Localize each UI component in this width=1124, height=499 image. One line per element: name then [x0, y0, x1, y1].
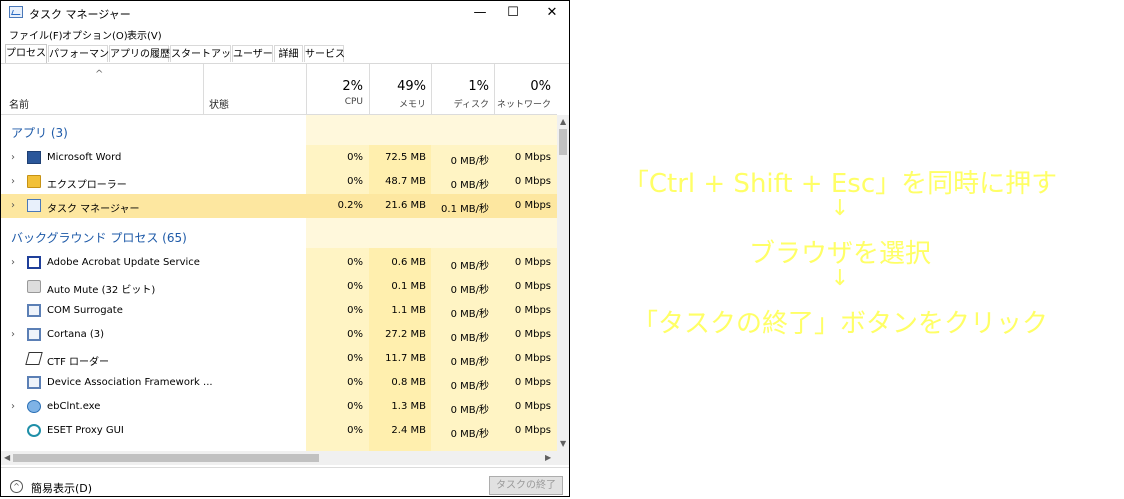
service-window-icon [27, 376, 41, 389]
instruction-line-2: ブラウザを選択 [748, 239, 931, 269]
column-cpu[interactable]: CPU [311, 97, 363, 107]
title-bar[interactable]: タスク マネージャー — ☐ ✕ [1, 1, 569, 25]
menu-view[interactable]: 表示(V) [127, 27, 162, 42]
tab-services[interactable]: サービス [304, 45, 345, 62]
fewer-details-link[interactable]: 簡易表示(D) [31, 480, 92, 496]
tab-performance[interactable]: パフォーマンス [48, 45, 119, 62]
service-window-icon [27, 256, 41, 269]
speaker-muted-icon [27, 280, 41, 293]
globe-icon [27, 400, 41, 413]
column-network[interactable]: ネットワーク [497, 97, 551, 110]
disk-percent[interactable]: 1% [435, 79, 489, 94]
table-row[interactable]: › エクスプローラー 0% 48.7 MB 0 MB/秒 0 Mbps [1, 170, 557, 194]
menu-file[interactable]: ファイル(F) [9, 27, 63, 42]
window-title: タスク マネージャー [29, 8, 131, 21]
table-row[interactable]: Device Association Framework ... 0% 0.8 … [1, 371, 557, 395]
table-row[interactable]: › Microsoft Word 0% 72.5 MB 0 MB/秒 0 Mbp… [1, 146, 557, 170]
footer: ^ 簡易表示(D) タスクの終了(E) [1, 467, 569, 496]
tab-users[interactable]: ユーザー [232, 45, 273, 62]
tab-processes[interactable]: プロセス [5, 44, 47, 63]
expand-chevron-icon[interactable]: › [11, 176, 15, 187]
end-task-button[interactable]: タスクの終了(E) [489, 476, 563, 495]
vertical-scrollbar[interactable]: ▲ ▼ [557, 115, 569, 451]
expand-chevron-icon[interactable]: › [11, 401, 15, 412]
expand-chevron-icon[interactable]: › [11, 257, 15, 268]
tab-details[interactable]: 詳細 [274, 45, 303, 62]
expand-chevron-icon[interactable]: › [11, 329, 15, 340]
tab-startup[interactable]: スタートアップ [170, 45, 241, 62]
service-window-icon [27, 304, 41, 317]
task-manager-window: タスク マネージャー — ☐ ✕ ファイル(F) オプション(O) 表示(V) … [0, 0, 570, 497]
scroll-right-arrow-icon[interactable]: ▶ [545, 453, 551, 462]
vertical-scroll-thumb[interactable] [559, 129, 567, 155]
word-icon [27, 151, 41, 164]
folder-icon [27, 175, 41, 188]
table-row[interactable]: ESET Proxy GUI 0% 2.4 MB 0 MB/秒 0 Mbps [1, 419, 557, 443]
service-window-icon [27, 328, 41, 341]
process-list: アプリ (3) › Microsoft Word 0% 72.5 MB 0 MB… [1, 115, 557, 451]
table-row[interactable]: COM Surrogate 0% 1.1 MB 0 MB/秒 0 Mbps [1, 299, 557, 323]
pen-icon [25, 352, 43, 365]
expand-chevron-icon[interactable]: › [11, 152, 15, 163]
column-memory[interactable]: メモリ [373, 97, 426, 110]
memory-percent[interactable]: 49% [373, 79, 426, 94]
column-name[interactable]: 名前 [9, 96, 29, 111]
expand-chevron-icon[interactable]: › [11, 200, 15, 211]
column-header: ^ 名前 状態 2% CPU 49% メモリ 1% ディスク 0% ネットワーク [1, 64, 557, 115]
table-row[interactable]: › Cortana (3) 0% 27.2 MB 0 MB/秒 0 Mbps [1, 323, 557, 347]
table-row[interactable]: › ebClnt.exe 0% 1.3 MB 0 MB/秒 0 Mbps [1, 395, 557, 419]
group-background: バックグラウンド プロセス (65) [11, 231, 187, 245]
horizontal-scroll-thumb[interactable] [13, 454, 319, 462]
instruction-arrow-1: ↓ [830, 196, 850, 221]
maximize-button[interactable]: ☐ [498, 3, 528, 23]
close-button[interactable]: ✕ [537, 3, 567, 23]
scroll-left-arrow-icon[interactable]: ◀ [4, 453, 10, 462]
tab-bar: プロセス パフォーマンス アプリの履歴 スタートアップ ユーザー 詳細 サービス [1, 44, 569, 64]
group-apps: アプリ (3) [11, 126, 68, 140]
taskmanager-icon [9, 6, 23, 18]
menu-options[interactable]: オプション(O) [62, 27, 128, 42]
table-row[interactable]: Auto Mute (32 ビット) 0% 0.1 MB 0 MB/秒 0 Mb… [1, 275, 557, 299]
cpu-percent[interactable]: 2% [311, 79, 363, 94]
horizontal-scrollbar[interactable]: ◀ ▶ [1, 451, 569, 465]
minimize-button[interactable]: — [465, 3, 495, 23]
table-row[interactable]: CTF ローダー 0% 11.7 MB 0 MB/秒 0 Mbps [1, 347, 557, 371]
collapse-chevron-icon[interactable]: ^ [10, 480, 23, 493]
taskmanager-icon [27, 199, 41, 212]
column-disk[interactable]: ディスク [435, 97, 489, 110]
tab-app-history[interactable]: アプリの履歴 [109, 45, 170, 62]
table-row[interactable]: › タスク マネージャー 0.2% 21.6 MB 0.1 MB/秒 0 Mbp… [1, 194, 557, 218]
sort-caret-icon: ^ [95, 69, 104, 80]
table-row[interactable]: › Adobe Acrobat Update Service 0% 0.6 MB… [1, 251, 557, 275]
scroll-up-arrow-icon[interactable]: ▲ [560, 117, 566, 126]
column-status[interactable]: 状態 [209, 96, 229, 111]
scroll-down-arrow-icon[interactable]: ▼ [560, 439, 566, 448]
network-percent[interactable]: 0% [497, 79, 551, 94]
instruction-arrow-2: ↓ [830, 266, 850, 291]
instruction-line-3: 「タスクの終了」ボタンをクリック [631, 309, 1048, 339]
eset-icon [27, 424, 41, 437]
instruction-line-1: 「Ctrl + Shift + Esc」を同時に押す [622, 169, 1058, 199]
